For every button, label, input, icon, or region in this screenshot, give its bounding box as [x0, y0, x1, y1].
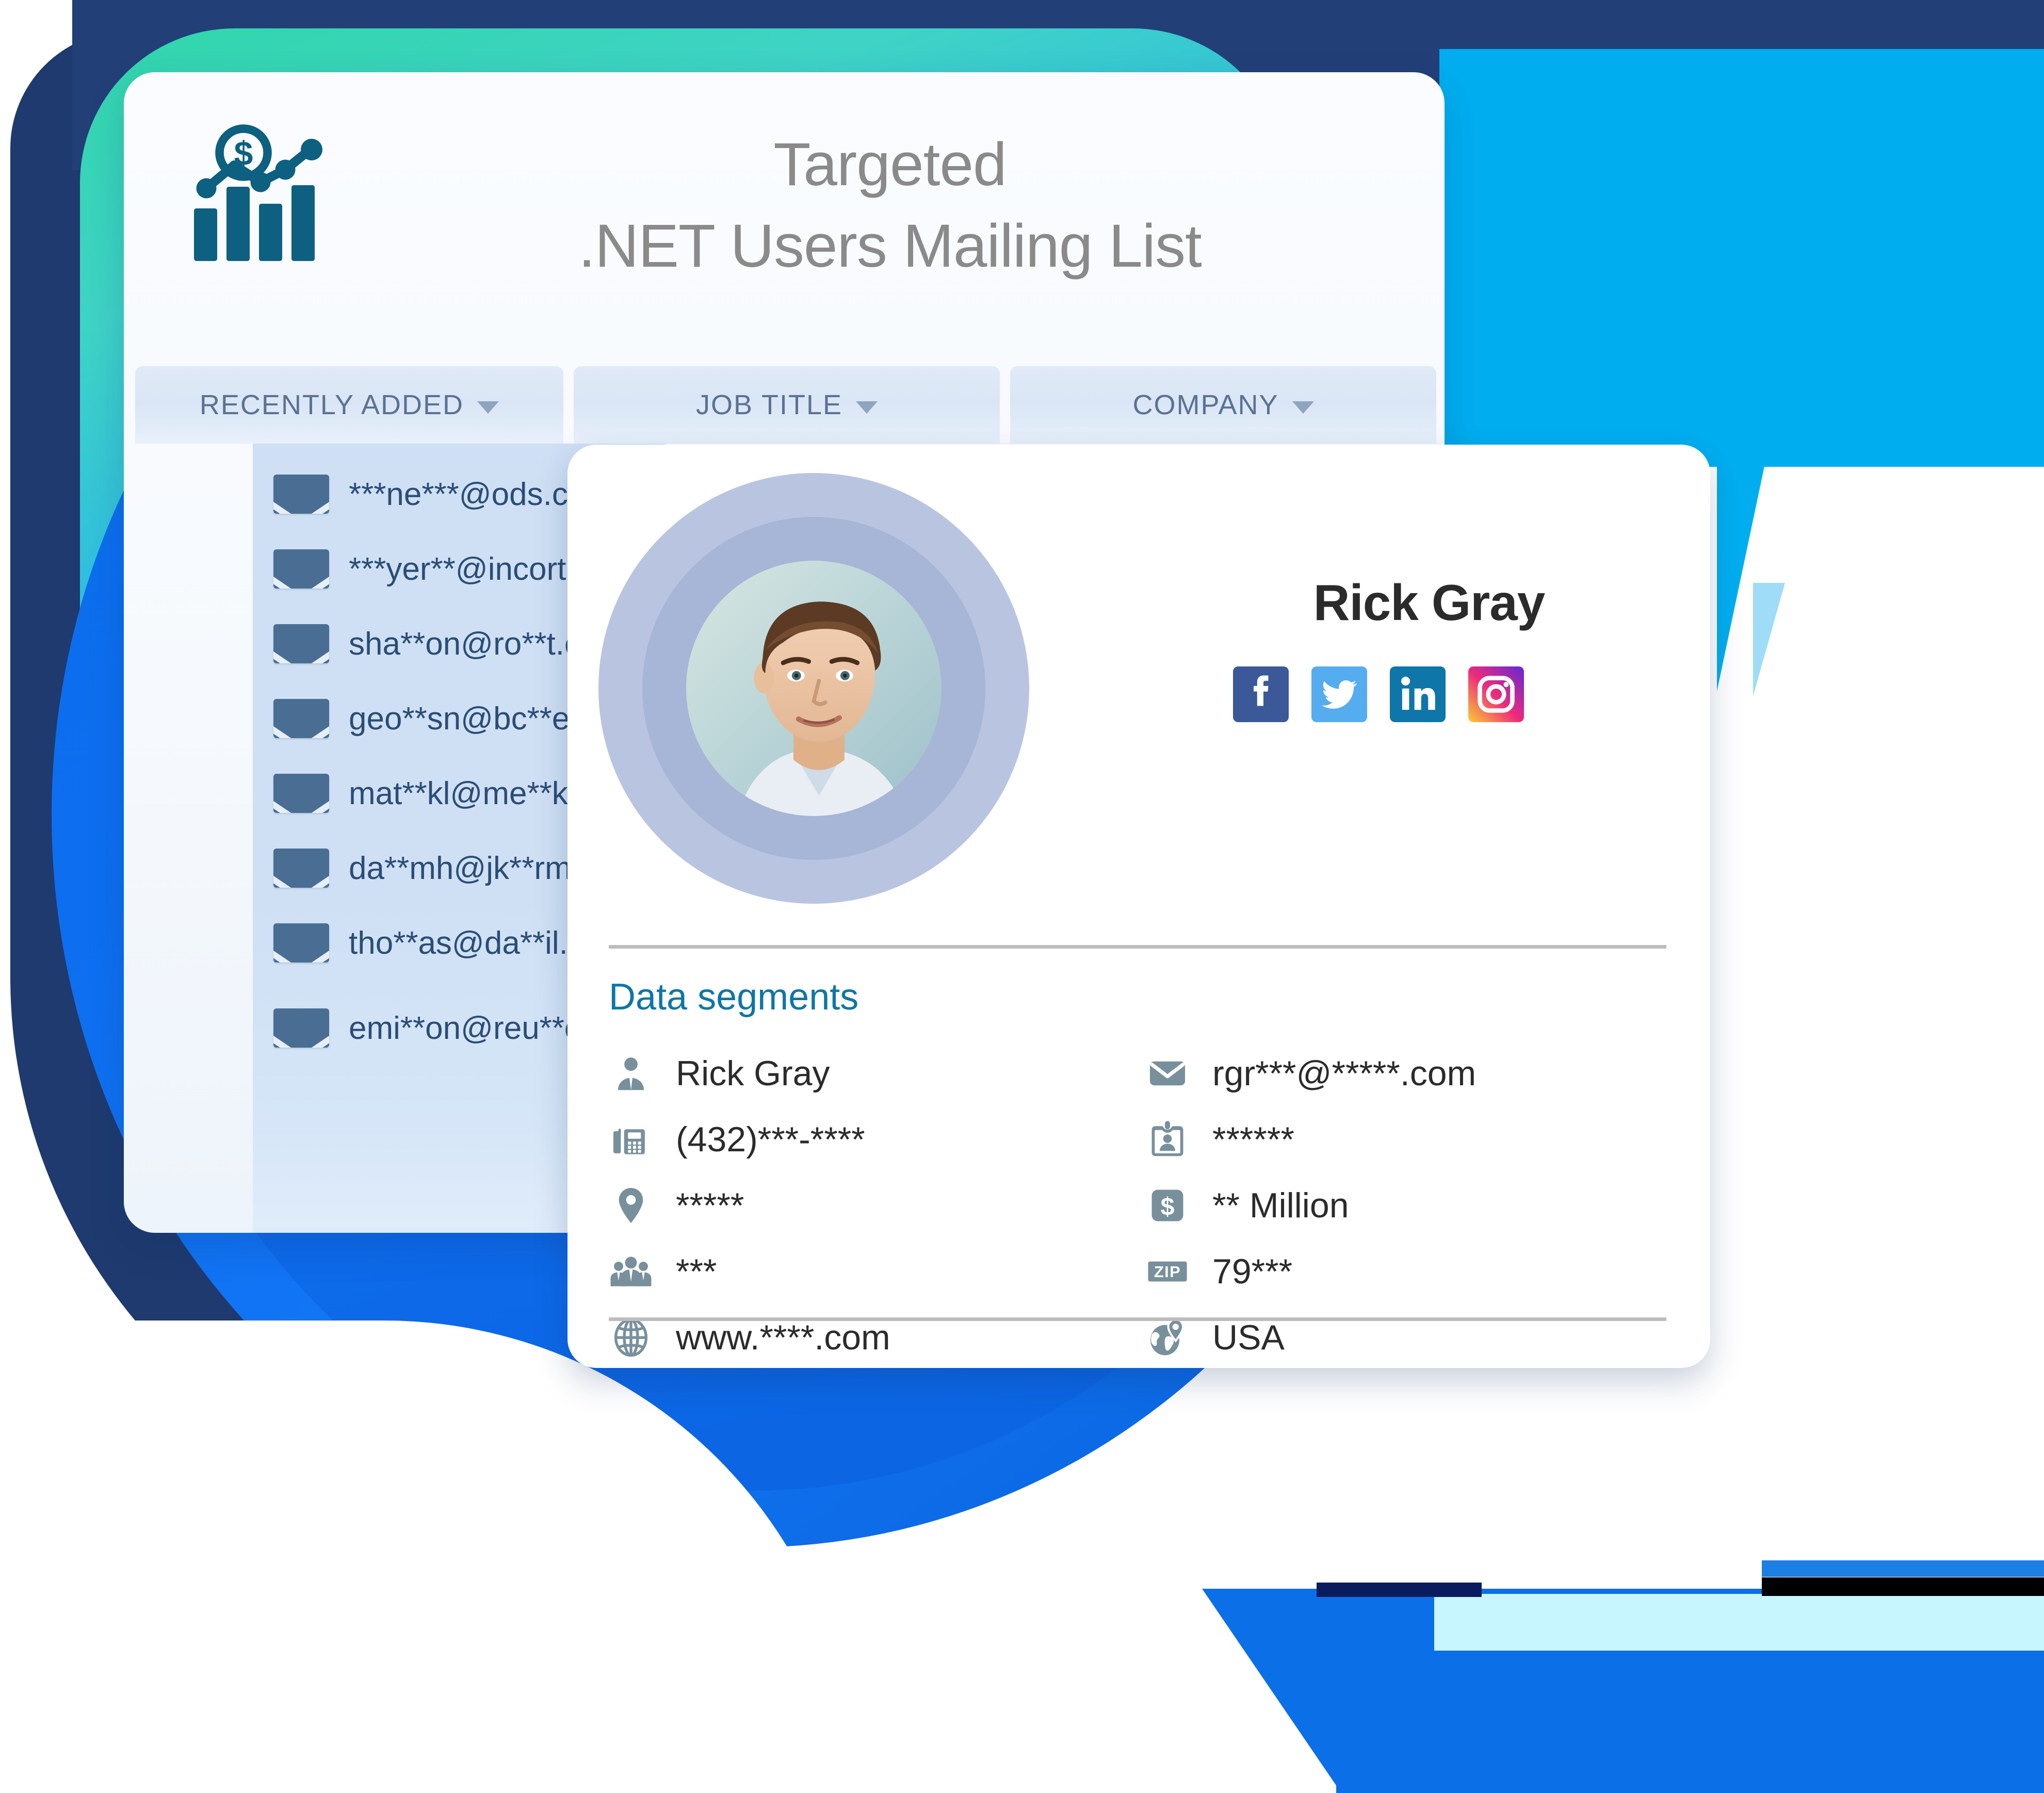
- page-root: $ Targeted .NET Users Mailing List RECEN…: [0, 0, 2044, 1793]
- divider-top: [609, 945, 1666, 949]
- page-title: Targeted .NET Users Mailing List: [366, 124, 1414, 287]
- chevron-down-icon[interactable]: [856, 401, 878, 414]
- tab-company-label: COMPANY: [1132, 389, 1279, 420]
- chevron-down-icon[interactable]: [1292, 401, 1314, 414]
- tab-company[interactable]: COMPANY: [1010, 366, 1436, 444]
- segment-phone: (432)***-****: [609, 1106, 1135, 1172]
- segment-email: rgr***@*****.com: [1145, 1040, 1672, 1106]
- background-bottom-cyan-strip: [1434, 1594, 2044, 1651]
- segment-zip: ZIP 79***: [1145, 1238, 1672, 1305]
- profile-name: Rick Gray: [1313, 574, 1546, 631]
- background-bottom-navy-bar: [1317, 1583, 1482, 1597]
- svg-text:ZIP: ZIP: [1154, 1263, 1181, 1281]
- segment-value: 79***: [1212, 1252, 1293, 1291]
- background-blue-bar: [1762, 1560, 2044, 1577]
- id-badge-icon: [1151, 1121, 1183, 1156]
- segment-value: ******: [1212, 1120, 1294, 1159]
- segment-value: ***: [676, 1252, 717, 1291]
- envelope-icon: [273, 1008, 329, 1048]
- background-black-bar: [1762, 1577, 2044, 1596]
- segment-country: USA: [1145, 1305, 1672, 1368]
- svg-text:$: $: [1161, 1193, 1175, 1221]
- segment-value: www.****.com: [676, 1318, 890, 1357]
- segment-value: ** Million: [1212, 1186, 1349, 1225]
- social-links: [1233, 666, 1625, 722]
- email-icon: [1149, 1061, 1186, 1086]
- divider-bottom: [609, 1317, 1666, 1321]
- dollar-icon: $: [1151, 1189, 1183, 1221]
- filter-tabs: RECENTLY ADDED JOB TITLE COMPANY: [124, 366, 1445, 444]
- instagram-icon[interactable]: [1468, 666, 1524, 722]
- page-title-line1: Targeted: [773, 131, 1007, 199]
- envelope-icon: [273, 549, 329, 589]
- list-item[interactable]: ***ne***@ods.com: [273, 475, 612, 514]
- data-segments-heading: Data segments: [609, 976, 859, 1018]
- segment-value: Rick Gray: [676, 1054, 830, 1093]
- segment-value: USA: [1212, 1318, 1285, 1357]
- segment-person-name: Rick Gray: [609, 1040, 1135, 1106]
- tab-recently-added[interactable]: RECENTLY ADDED: [135, 366, 563, 444]
- facebook-icon[interactable]: [1233, 666, 1289, 722]
- envelope-icon: [273, 774, 329, 813]
- segment-employees: ***: [609, 1238, 1135, 1305]
- tab-job-title-label: JOB TITLE: [695, 389, 843, 420]
- envelope-icon: [273, 624, 329, 663]
- segment-website: www.****.com: [609, 1305, 1135, 1368]
- segment-value: *****: [676, 1186, 744, 1225]
- segment-value: rgr***@*****.com: [1212, 1054, 1477, 1093]
- envelope-icon: [273, 699, 329, 738]
- envelope-icon: [273, 849, 329, 888]
- background-cyan-bubble-tail-shadow: [1753, 583, 1785, 696]
- twitter-icon[interactable]: [1311, 666, 1367, 722]
- background-bottom-blue-tail: [1202, 1589, 1341, 1793]
- globe-icon: [614, 1318, 648, 1357]
- segment-job-title: ******: [1145, 1106, 1672, 1172]
- linkedin-icon[interactable]: [1390, 666, 1446, 722]
- person-icon: [618, 1057, 644, 1090]
- bar-chart-dollar-icon: $: [183, 119, 353, 273]
- page-title-line2: .NET Users Mailing List: [578, 212, 1202, 281]
- avatar: [686, 561, 942, 816]
- tab-recently-added-label: RECENTLY ADDED: [199, 389, 464, 420]
- fax-phone-icon: [613, 1129, 645, 1154]
- profile-detail-card: Rick Gray Data segments Rick Gray rgr***…: [567, 445, 1710, 1368]
- segment-revenue: $ ** Million: [1145, 1172, 1672, 1238]
- tab-job-title[interactable]: JOB TITLE: [574, 366, 1000, 444]
- segment-value: (432)***-****: [676, 1120, 865, 1159]
- chevron-down-icon[interactable]: [477, 401, 499, 414]
- envelope-icon: [273, 923, 329, 963]
- globe-pin-icon: [1150, 1318, 1185, 1356]
- background-cyan-speech-bubble: [1439, 49, 2044, 467]
- segment-location: *****: [609, 1172, 1135, 1238]
- people-group-icon: [610, 1257, 652, 1286]
- envelope-icon: [273, 475, 329, 514]
- location-pin-icon: [619, 1187, 643, 1224]
- zip-icon: ZIP: [1148, 1261, 1187, 1282]
